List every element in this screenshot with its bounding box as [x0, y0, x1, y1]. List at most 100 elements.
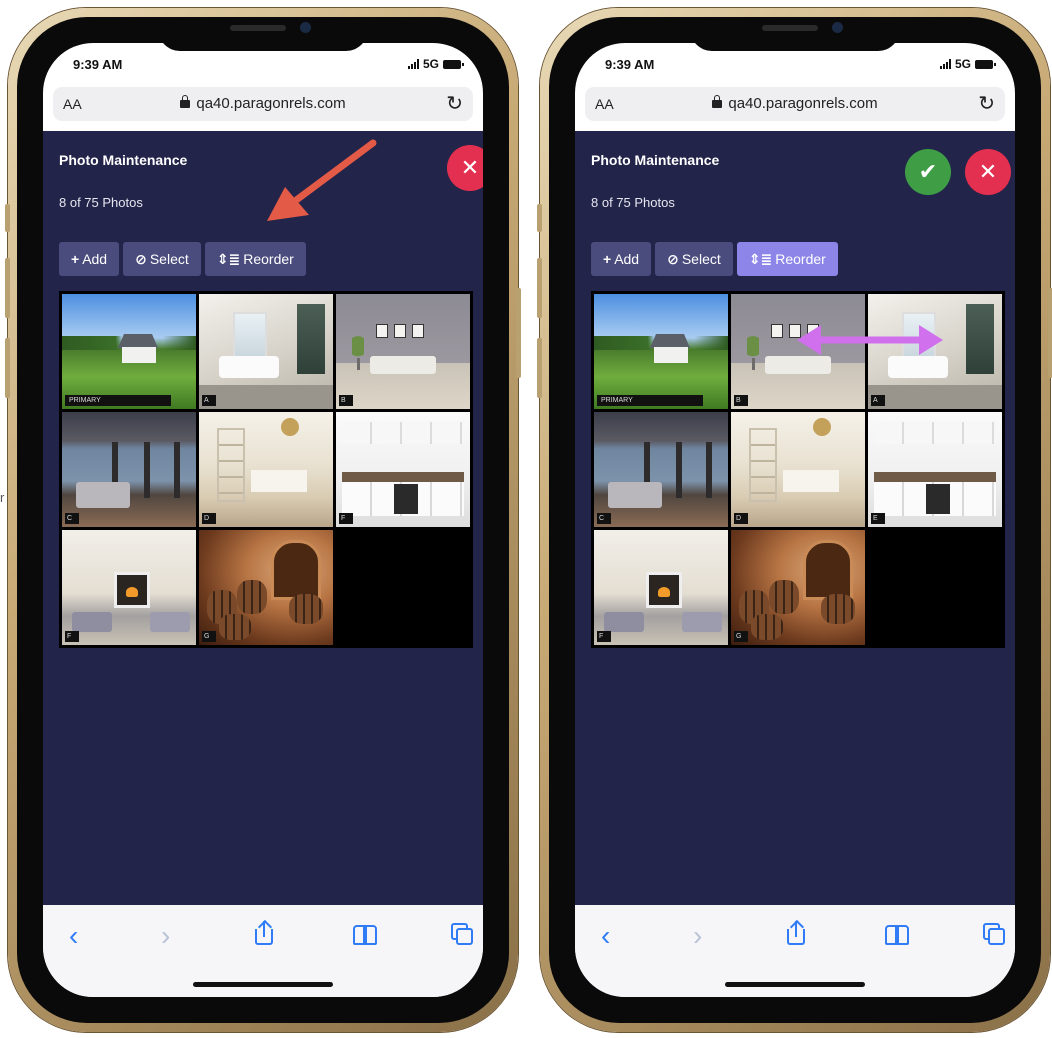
phone-button: [5, 338, 10, 398]
status-time: 9:39 AM: [605, 57, 655, 72]
photo-count: 8 of 75 Photos: [591, 195, 675, 210]
forward-icon[interactable]: ›: [161, 921, 170, 951]
page-title: Photo Maintenance: [59, 152, 188, 168]
status-icons: 5G: [939, 57, 996, 71]
photo-tile[interactable]: F: [594, 530, 728, 645]
url-host: qa40.paragonrels.com: [728, 95, 878, 112]
reorder-icon: ⇕≣: [216, 251, 241, 267]
phone-screen: 9:39 AM 5G AA qa40.paragonrels.com ↻ Pho…: [575, 43, 1015, 997]
save-order-button[interactable]: ✔: [905, 149, 951, 195]
status-icons: 5G: [407, 57, 464, 71]
photo-tile[interactable]: G: [199, 530, 333, 645]
bookmarks-icon[interactable]: [885, 921, 913, 947]
address-bar[interactable]: AA qa40.paragonrels.com ↻: [53, 87, 473, 121]
photo-label: D: [202, 513, 216, 524]
check-circle-icon: ⊘: [135, 251, 147, 267]
photo-label: C: [65, 513, 79, 524]
plus-icon: +: [71, 251, 80, 267]
photo-tile[interactable]: PRIMARY: [594, 294, 728, 409]
phone-button: [537, 258, 542, 318]
photo-label: G: [202, 631, 216, 642]
phone-left: 9:39 AM 5G AA qa40.paragonrels.com ↻ Pho…: [5, 8, 521, 1032]
photo-tile[interactable]: G: [731, 530, 865, 645]
photo-grid: PRIMARY A B C D F F G: [59, 291, 473, 648]
reorder-label: Reorder: [775, 251, 826, 267]
phone-screen: 9:39 AM 5G AA qa40.paragonrels.com ↻ Pho…: [43, 43, 483, 997]
photo-toolbar: + Add ⊘ Select ⇕≣ Reorder: [591, 242, 838, 276]
photo-maintenance-panel: Photo Maintenance 8 of 75 Photos ✕ + Add …: [43, 131, 483, 905]
select-button[interactable]: ⊘ Select: [655, 242, 733, 276]
select-button[interactable]: ⊘ Select: [123, 242, 201, 276]
photo-tile[interactable]: A: [868, 294, 1002, 409]
notch: [158, 17, 368, 51]
photo-label: F: [597, 631, 611, 642]
url-text[interactable]: qa40.paragonrels.com: [53, 95, 473, 112]
close-icon: ✕: [460, 155, 480, 180]
network-label: 5G: [422, 57, 439, 71]
url-text[interactable]: qa40.paragonrels.com: [585, 95, 1005, 112]
photo-tile[interactable]: E: [868, 412, 1002, 527]
photo-tile[interactable]: D: [199, 412, 333, 527]
tabs-icon[interactable]: [451, 921, 475, 947]
photo-tile[interactable]: C: [62, 412, 196, 527]
photo-label: B: [734, 395, 748, 406]
photo-tile[interactable]: B: [731, 294, 865, 409]
add-button[interactable]: + Add: [591, 242, 652, 276]
cancel-button[interactable]: ✕: [447, 145, 483, 191]
add-button[interactable]: + Add: [59, 242, 120, 276]
photo-label: E: [871, 513, 885, 524]
phone-button: [537, 204, 542, 232]
safari-toolbar: ‹ ›: [575, 905, 1015, 997]
reorder-icon: ⇕≣: [748, 251, 773, 267]
reload-icon[interactable]: ↻: [446, 91, 463, 116]
photo-label: F: [339, 513, 353, 524]
photo-toolbar: + Add ⊘ Select ⇕≣ Reorder: [59, 242, 306, 276]
share-icon[interactable]: [787, 919, 807, 947]
status-time: 9:39 AM: [73, 57, 123, 72]
photo-label: B: [339, 395, 353, 406]
back-icon[interactable]: ‹: [601, 921, 610, 951]
signal-icon: [407, 59, 419, 69]
cancel-button[interactable]: ✕: [965, 149, 1011, 195]
photo-tile[interactable]: A: [199, 294, 333, 409]
bookmarks-icon[interactable]: [353, 921, 381, 947]
photo-label: D: [734, 513, 748, 524]
url-host: qa40.paragonrels.com: [196, 95, 346, 112]
reload-icon[interactable]: ↻: [978, 91, 995, 116]
photo-tile[interactable]: PRIMARY: [62, 294, 196, 409]
add-label: Add: [614, 251, 640, 267]
reorder-button[interactable]: ⇕≣ Reorder: [736, 242, 838, 276]
signal-icon: [939, 59, 951, 69]
close-icon: ✕: [978, 159, 998, 184]
phone-button: [5, 204, 10, 232]
back-icon[interactable]: ‹: [69, 921, 78, 951]
battery-icon: [975, 59, 996, 69]
share-icon[interactable]: [255, 919, 275, 947]
home-indicator: [725, 982, 865, 987]
add-label: Add: [82, 251, 108, 267]
photo-label: A: [202, 395, 216, 406]
photo-label: PRIMARY: [597, 395, 703, 406]
reorder-button[interactable]: ⇕≣ Reorder: [204, 242, 306, 276]
photo-tile[interactable]: C: [594, 412, 728, 527]
battery-icon: [443, 59, 464, 69]
forward-icon[interactable]: ›: [693, 921, 702, 951]
home-indicator: [193, 982, 333, 987]
status-bar: 9:39 AM 5G: [575, 57, 1015, 77]
photo-tile[interactable]: B: [336, 294, 470, 409]
lock-icon: [180, 95, 191, 108]
address-bar[interactable]: AA qa40.paragonrels.com ↻: [585, 87, 1005, 121]
photo-label: PRIMARY: [65, 395, 171, 406]
photo-label: C: [597, 513, 611, 524]
tabs-icon[interactable]: [983, 921, 1007, 947]
photo-tile[interactable]: F: [62, 530, 196, 645]
check-circle-icon: ⊘: [667, 251, 679, 267]
photo-label: F: [65, 631, 79, 642]
phone-button: [516, 288, 521, 378]
photo-tile[interactable]: F: [336, 412, 470, 527]
photo-tile[interactable]: D: [731, 412, 865, 527]
notch: [690, 17, 900, 51]
lock-icon: [712, 95, 723, 108]
photo-count: 8 of 75 Photos: [59, 195, 143, 210]
status-bar: 9:39 AM 5G: [43, 57, 483, 77]
